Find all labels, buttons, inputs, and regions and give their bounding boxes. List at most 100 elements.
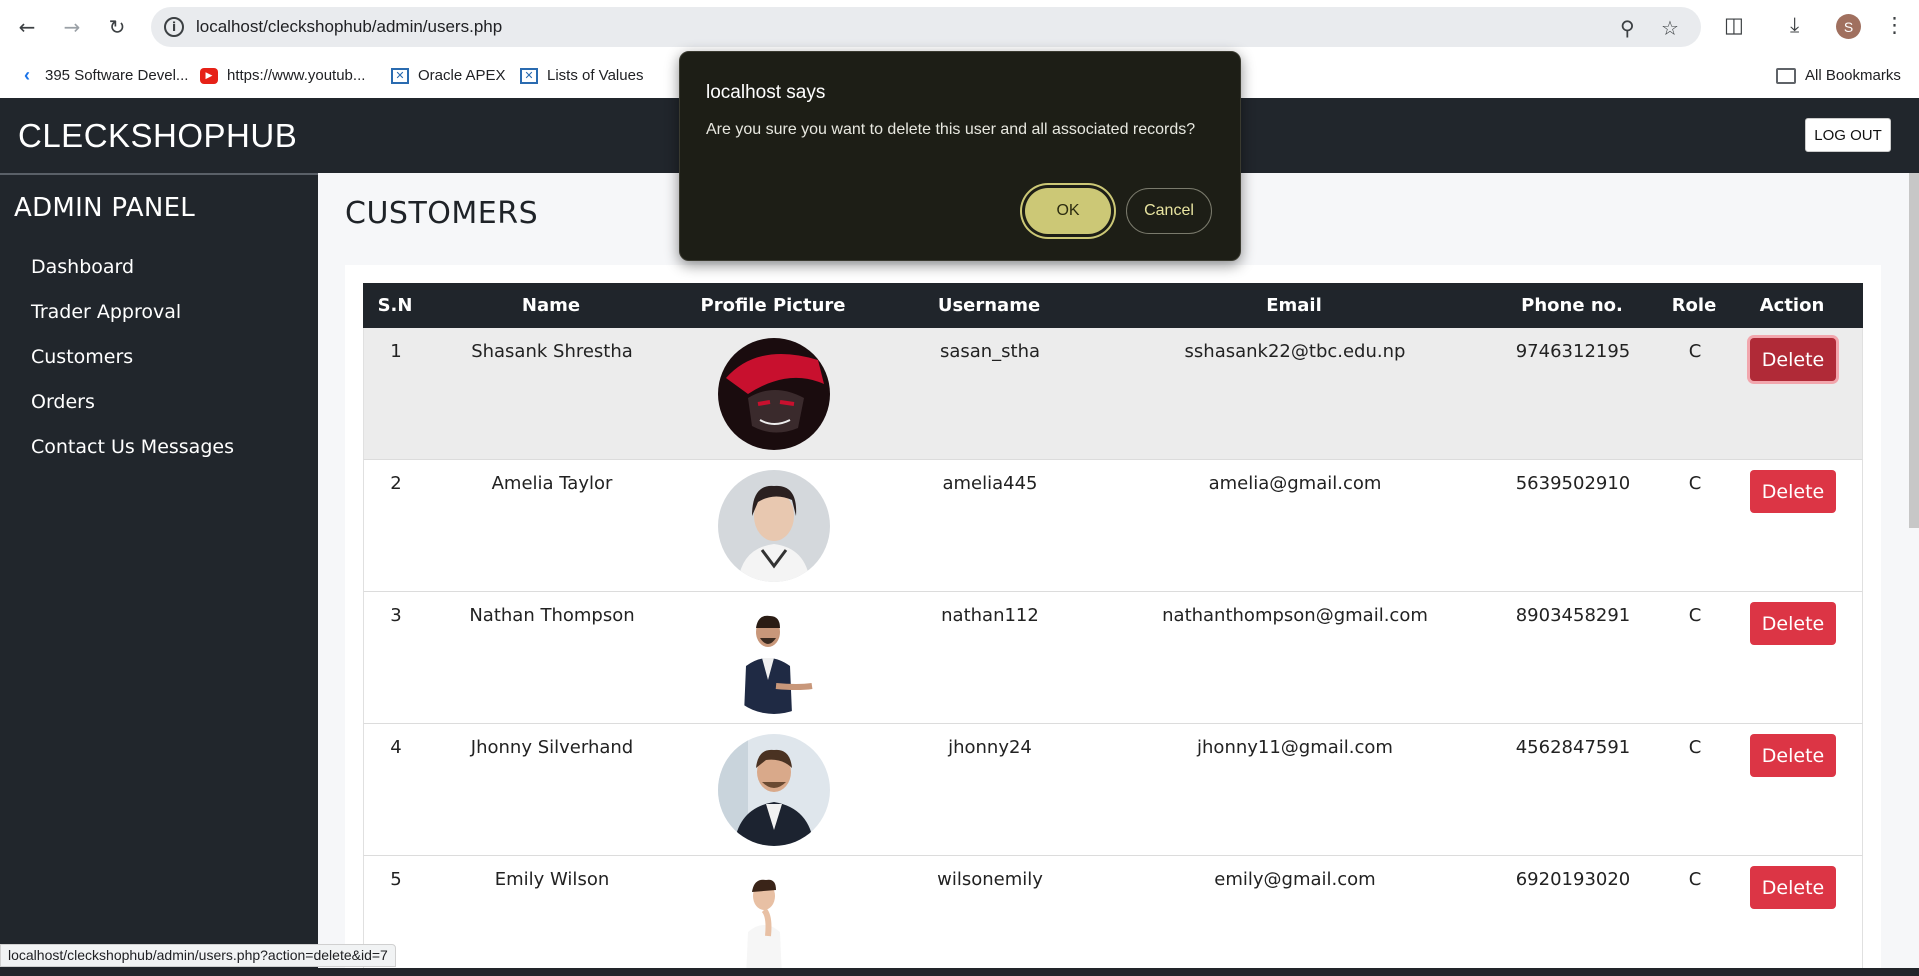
cell-name: Nathan Thompson xyxy=(469,605,635,626)
cell-role: C xyxy=(1688,737,1702,758)
bottom-strip xyxy=(0,968,1919,976)
customers-card: S.N Name Profile Picture Username Email … xyxy=(345,265,1881,976)
cell-phone: 8903458291 xyxy=(1515,605,1631,626)
bookmark-label: Oracle APEX xyxy=(418,67,506,84)
cancel-button[interactable]: Cancel xyxy=(1126,188,1212,234)
bookmark-label: https://www.youtub... xyxy=(227,67,366,84)
profile-picture xyxy=(718,470,830,582)
main-content: CUSTOMERS S.N Name Profile Picture Usern… xyxy=(318,173,1919,976)
folder-icon xyxy=(1776,67,1796,84)
header-sn: S.N xyxy=(377,295,413,316)
bookmark-item[interactable]: ‹ 395 Software Devel... xyxy=(18,65,189,85)
cell-phone: 6920193020 xyxy=(1515,869,1631,890)
delete-button[interactable]: Delete xyxy=(1750,866,1836,909)
cell-username: amelia445 xyxy=(942,473,1038,494)
cell-sn: 2 xyxy=(390,473,402,494)
cell-role: C xyxy=(1688,869,1702,890)
status-bar-url: localhost/cleckshophub/admin/users.php?a… xyxy=(0,944,396,967)
address-bar[interactable]: i localhost/cleckshophub/admin/users.php… xyxy=(151,7,1701,47)
sidebar-item-contact-messages[interactable]: Contact Us Messages xyxy=(31,436,234,458)
page-title: CUSTOMERS xyxy=(345,196,539,231)
table-row: 5 Emily Wilson wilsonemily emily@gmail.c… xyxy=(363,856,1863,976)
profile-picture xyxy=(718,866,830,976)
bookmark-label: Lists of Values xyxy=(547,67,644,84)
sidebar-item-orders[interactable]: Orders xyxy=(31,391,95,413)
cell-username: nathan112 xyxy=(941,605,1039,626)
delete-button[interactable]: Delete xyxy=(1750,602,1836,645)
table-header: S.N Name Profile Picture Username Email … xyxy=(363,283,1863,328)
forward-icon[interactable]: → xyxy=(59,14,85,40)
youtube-icon: ▶ xyxy=(200,67,218,84)
site-info-icon[interactable]: i xyxy=(164,17,184,37)
menu-kebab-icon[interactable]: ⋮ xyxy=(1884,13,1905,37)
table-row: 3 Nathan Thompson nathan112 nathanthomps… xyxy=(363,592,1863,724)
all-bookmarks[interactable]: All Bookmarks xyxy=(1776,67,1901,84)
cell-name: Amelia Taylor xyxy=(491,473,613,494)
cell-phone: 9746312195 xyxy=(1515,341,1631,362)
cell-email: sshasank22@tbc.edu.np xyxy=(1184,341,1406,362)
zoom-icon[interactable]: ⚲ xyxy=(1620,16,1635,40)
confirm-dialog: localhost says Are you sure you want to … xyxy=(679,51,1241,261)
cell-name: Emily Wilson xyxy=(494,869,610,890)
cell-email: emily@gmail.com xyxy=(1214,869,1376,890)
cell-email: nathanthompson@gmail.com xyxy=(1162,605,1428,626)
cell-sn: 4 xyxy=(390,737,402,758)
profile-picture xyxy=(718,602,830,714)
header-phone: Phone no. xyxy=(1521,295,1623,316)
download-icon[interactable]: ⤓ xyxy=(1790,13,1799,38)
ok-button[interactable]: OK xyxy=(1025,188,1111,234)
header-email: Email xyxy=(1266,295,1322,316)
cell-email: jhonny11@gmail.com xyxy=(1197,737,1393,758)
browser-toolbar: ← → ↻ i localhost/cleckshophub/admin/use… xyxy=(0,0,1919,55)
bookmark-item[interactable]: ✕ Lists of Values xyxy=(520,67,643,84)
profile-picture xyxy=(718,338,830,450)
sidebar-item-dashboard[interactable]: Dashboard xyxy=(31,256,134,278)
delete-button[interactable]: Delete xyxy=(1750,470,1836,513)
cell-sn: 3 xyxy=(390,605,402,626)
header-profile-picture: Profile Picture xyxy=(700,295,846,316)
extensions-icon[interactable]: ◫ xyxy=(1724,13,1744,37)
table-row: 4 Jhonny Silverhand jhonny24 jhonny11@gm… xyxy=(363,724,1863,856)
cell-sn: 1 xyxy=(390,341,402,362)
cell-role: C xyxy=(1688,341,1702,362)
back-icon[interactable]: ← xyxy=(14,14,40,40)
cell-phone: 4562847591 xyxy=(1515,737,1631,758)
cell-email: amelia@gmail.com xyxy=(1208,473,1382,494)
cell-sn: 5 xyxy=(390,869,402,890)
cell-role: C xyxy=(1688,605,1702,626)
bookmark-star-icon[interactable]: ☆ xyxy=(1661,16,1679,40)
delete-button[interactable]: Delete xyxy=(1750,734,1836,777)
cell-name: Shasank Shrestha xyxy=(471,341,633,362)
bookmark-label: 395 Software Devel... xyxy=(45,67,189,84)
profile-avatar[interactable]: S xyxy=(1836,14,1861,39)
header-name: Name xyxy=(521,295,581,316)
all-bookmarks-label: All Bookmarks xyxy=(1805,67,1901,84)
header-role: Role xyxy=(1671,295,1717,316)
cell-username: wilsonemily xyxy=(937,869,1043,890)
sidebar-item-customers[interactable]: Customers xyxy=(31,346,133,368)
bookmark-item[interactable]: ✕ Oracle APEX xyxy=(391,67,506,84)
table-row: 2 Amelia Taylor amelia445 amelia@gmail.c… xyxy=(363,460,1863,592)
chevron-icon: ‹ xyxy=(24,65,30,85)
table-row: 1 Shasank Shrestha sasan_stha sshasank22… xyxy=(363,328,1863,460)
reload-icon[interactable]: ↻ xyxy=(104,14,130,40)
bookmark-item[interactable]: ▶ https://www.youtub... xyxy=(200,67,365,84)
header-username: Username xyxy=(937,295,1041,316)
profile-picture xyxy=(718,734,830,846)
url-text[interactable]: localhost/cleckshophub/admin/users.php xyxy=(196,17,502,37)
cell-name: Jhonny Silverhand xyxy=(470,737,634,758)
logout-button[interactable]: LOG OUT xyxy=(1805,118,1891,152)
sidebar-item-trader-approval[interactable]: Trader Approval xyxy=(31,301,181,323)
cell-phone: 5639502910 xyxy=(1515,473,1631,494)
dialog-message: Are you sure you want to delete this use… xyxy=(706,121,1196,138)
cell-username: sasan_stha xyxy=(939,341,1041,362)
dialog-title: localhost says xyxy=(706,82,826,103)
delete-button[interactable]: Delete xyxy=(1750,338,1836,381)
page-scrollbar[interactable] xyxy=(1909,173,1919,528)
header-action: Action xyxy=(1759,295,1825,316)
admin-sidebar: ADMIN PANEL Dashboard Trader Approval Cu… xyxy=(0,173,318,968)
apex-icon: ✕ xyxy=(391,67,409,84)
brand-logo[interactable]: CLECKSHOPHUB xyxy=(18,117,297,155)
sidebar-title: ADMIN PANEL xyxy=(14,193,196,223)
cell-username: jhonny24 xyxy=(948,737,1032,758)
